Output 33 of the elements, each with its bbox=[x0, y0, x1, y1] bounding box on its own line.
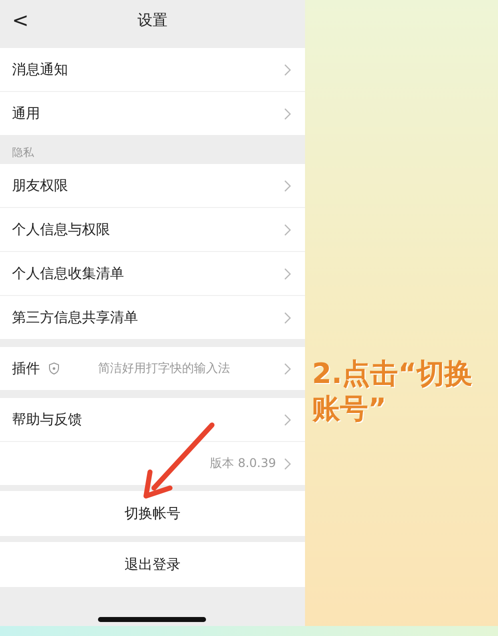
action-button[interactable]: 切换帐号 bbox=[0, 491, 305, 536]
page-title: 设置 bbox=[138, 10, 168, 30]
chevron-icon bbox=[284, 108, 291, 120]
chevron-icon bbox=[284, 224, 291, 236]
item-label: 帮助与反馈 bbox=[12, 410, 82, 428]
back-button[interactable]: < bbox=[8, 8, 33, 32]
item-label: 第三方信息共享清单 bbox=[12, 308, 138, 326]
chevron-icon bbox=[284, 64, 291, 76]
chevron-icon bbox=[284, 362, 291, 374]
item-label: 个人信息收集清单 bbox=[12, 264, 124, 282]
chevron-icon bbox=[284, 312, 291, 324]
action-button[interactable]: 退出登录 bbox=[0, 542, 305, 587]
item-label: 个人信息与权限 bbox=[12, 220, 110, 238]
annotation-text: 2.点击“切换账号” bbox=[312, 356, 474, 426]
item-label: 插件 bbox=[12, 360, 40, 378]
version-text: 版本 8.0.39 bbox=[210, 455, 276, 472]
chevron-icon bbox=[284, 180, 291, 192]
item-label: 消息通知 bbox=[12, 60, 68, 78]
settings-item[interactable]: 个人信息与权限 bbox=[0, 208, 305, 252]
chevron-icon bbox=[284, 458, 291, 470]
item-detail: 简洁好用打字快的输入法 bbox=[98, 360, 230, 377]
settings-item[interactable]: 个人信息收集清单 bbox=[0, 252, 305, 296]
settings-item[interactable]: 帮助与反馈 bbox=[0, 398, 305, 442]
settings-item[interactable]: 第三方信息共享清单 bbox=[0, 296, 305, 339]
settings-item[interactable]: 插件 简洁好用打字快的输入法 bbox=[0, 347, 305, 390]
settings-item[interactable]: 消息通知 bbox=[0, 48, 305, 92]
settings-item[interactable]: 通用 bbox=[0, 92, 305, 135]
chevron-icon bbox=[284, 268, 291, 280]
chevron-icon bbox=[284, 414, 291, 426]
settings-item[interactable]: 朋友权限 bbox=[0, 164, 305, 208]
item-label: 通用 bbox=[12, 104, 40, 122]
item-label: 朋友权限 bbox=[12, 176, 68, 194]
shield-icon bbox=[48, 362, 60, 375]
